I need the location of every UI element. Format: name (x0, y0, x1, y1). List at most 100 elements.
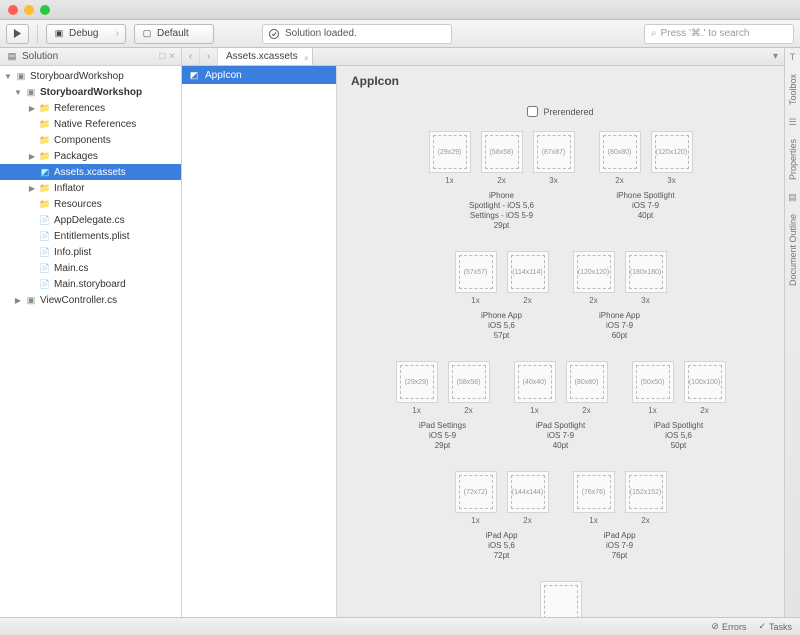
tree-item[interactable]: 📁Resources (0, 196, 181, 212)
tree-item[interactable]: 📁Native References (0, 116, 181, 132)
chevron-down-icon[interactable]: ▼ (14, 88, 22, 97)
icon-group: (29x29)1x(58x58)2xiPad Settings iOS 5-9 … (394, 361, 492, 451)
icon-slot[interactable]: (80x80)2x (564, 361, 610, 415)
icon-well[interactable]: (72x72) (455, 471, 497, 513)
icon-slot[interactable]: (180x180)3x (623, 251, 669, 305)
pane-close-icon[interactable]: × (169, 51, 175, 62)
nav-back-button[interactable]: ‹ (182, 48, 200, 65)
errors-button[interactable]: ⊘ Errors (711, 621, 746, 632)
icon-well[interactable]: (76x76) (573, 471, 615, 513)
checkbox-input[interactable] (527, 106, 538, 117)
chevron-down-icon[interactable]: ▼ (4, 72, 12, 81)
icon-well[interactable]: (80x80) (599, 131, 641, 173)
icon-slot[interactable]: (80x80)2x (597, 131, 643, 185)
search-input[interactable]: ⌕ Press '⌘.' to search (644, 24, 794, 44)
tree-item[interactable]: 📄Info.plist (0, 244, 181, 260)
prerendered-checkbox[interactable]: Prerendered (351, 106, 770, 117)
tree-item[interactable]: ◩Assets.xcassets (0, 164, 181, 180)
solution-pane: ▤ Solution □ × ▼ ▣ StoryboardWorkshop ▼ … (0, 48, 182, 617)
icon-well[interactable]: (180x180) (625, 251, 667, 293)
icon-group-row: (72x72)1x(144x144)2xiPad App iOS 5,6 72p… (351, 471, 770, 561)
icon-slot[interactable]: (100x100)2x (682, 361, 728, 415)
editor-tab[interactable]: Assets.xcassets × (218, 48, 313, 65)
outline-icon[interactable]: ▤ (788, 192, 798, 202)
run-button[interactable] (6, 24, 29, 44)
group-label: iPad Spotlight iOS 7-9 40pt (512, 421, 610, 451)
tree-item[interactable]: 📁Components (0, 132, 181, 148)
icon-slot[interactable]: (58x58)2x (479, 131, 525, 185)
icon-well[interactable]: (29x29) (396, 361, 438, 403)
tree-item[interactable]: 📄AppDelegate.cs (0, 212, 181, 228)
chevron-right-icon[interactable]: ▶ (28, 184, 36, 193)
icon-slot[interactable]: (144x144)2x (505, 471, 551, 525)
folder-icon: 📁 (39, 102, 51, 114)
item-label: ViewController.cs (40, 295, 117, 306)
target-dropdown[interactable]: ▢ Default (134, 24, 214, 44)
icon-slot[interactable]: (29x29)1x (394, 361, 440, 415)
icon-well[interactable]: (50x50) (632, 361, 674, 403)
chevron-right-icon[interactable]: ▶ (28, 152, 36, 161)
solution-root[interactable]: ▼ ▣ StoryboardWorkshop (0, 68, 181, 84)
icon-well[interactable]: (120x120) (651, 131, 693, 173)
chevron-right-icon[interactable]: ▶ (14, 296, 22, 305)
icon-slot[interactable]: (57x57)1x (453, 251, 499, 305)
traffic-lights (8, 5, 50, 15)
icon-well[interactable]: (80x80) (566, 361, 608, 403)
properties-icon[interactable]: ☰ (788, 117, 798, 127)
icon-slot[interactable]: (120x120)2x (571, 251, 617, 305)
icon-well[interactable]: (120x120) (573, 251, 615, 293)
icon-slot[interactable]: (87x87)3x (531, 131, 577, 185)
maximize-window-button[interactable] (40, 5, 50, 15)
icon-well[interactable]: (58x58) (481, 131, 523, 173)
config-dropdown[interactable]: ▣ Debug › (46, 24, 126, 44)
icon-well[interactable]: (152x152) (625, 471, 667, 513)
toolbox-icon[interactable]: T (788, 52, 798, 62)
pane-icon: ▤ (6, 51, 18, 63)
icon-slot[interactable]: (72x72)1x (453, 471, 499, 525)
tree-item[interactable]: 📄Main.cs (0, 260, 181, 276)
pane-dock-icon[interactable]: □ (159, 51, 165, 62)
icon-slot[interactable]: (152x152)2x (623, 471, 669, 525)
tree-item[interactable]: ▶📁Inflator (0, 180, 181, 196)
document-outline-tab[interactable]: Document Outline (788, 212, 798, 288)
asset-list-item[interactable]: ◩ AppIcon (182, 66, 336, 84)
icon-well[interactable] (540, 581, 582, 617)
icon-slot[interactable]: (76x76)1x (571, 471, 617, 525)
close-window-button[interactable] (8, 5, 18, 15)
icon-well[interactable]: (114x114) (507, 251, 549, 293)
tree-item[interactable]: ▶📁Packages (0, 148, 181, 164)
icon-well[interactable]: (87x87) (533, 131, 575, 173)
icon-group-row: (29x29)1x(58x58)2xiPad Settings iOS 5-9 … (351, 361, 770, 451)
icon-slot[interactable]: (120x120)3x (649, 131, 695, 185)
properties-tab[interactable]: Properties (788, 137, 798, 182)
icon-well[interactable]: (57x57) (455, 251, 497, 293)
icon-well[interactable]: (100x100) (684, 361, 726, 403)
slot-scale: 1x (630, 406, 676, 415)
project-node-2[interactable]: ▶ ▣ ViewController.cs (0, 292, 181, 308)
close-icon[interactable]: × (304, 50, 309, 67)
tab-menu-button[interactable]: ▾ (767, 51, 784, 62)
icon-well[interactable]: (144x144) (507, 471, 549, 513)
file-icon: 📄 (39, 278, 51, 290)
item-label: Assets.xcassets (54, 167, 126, 178)
icon-well[interactable]: (40x40) (514, 361, 556, 403)
icon-well[interactable]: (58x58) (448, 361, 490, 403)
icon-slot[interactable]: (40x40)1x (512, 361, 558, 415)
tasks-button[interactable]: ✓ Tasks (758, 621, 792, 632)
icon-slot[interactable] (538, 581, 584, 617)
minimize-window-button[interactable] (24, 5, 34, 15)
icon-slot[interactable]: (114x114)2x (505, 251, 551, 305)
tree-item[interactable]: 📄Main.storyboard (0, 276, 181, 292)
icon-well[interactable]: (29x29) (429, 131, 471, 173)
icon-slot[interactable]: (58x58)2x (446, 361, 492, 415)
tree-item[interactable]: ▶📁References (0, 100, 181, 116)
tree-item[interactable]: 📄Entitlements.plist (0, 228, 181, 244)
icon-slot[interactable]: (50x50) 1x (630, 361, 676, 415)
project-node[interactable]: ▼ ▣ StoryboardWorkshop (0, 84, 181, 100)
icon-slot[interactable]: (29x29)1x (427, 131, 473, 185)
nav-forward-button[interactable]: › (200, 48, 218, 65)
solution-tree[interactable]: ▼ ▣ StoryboardWorkshop ▼ ▣ StoryboardWor… (0, 66, 181, 617)
chevron-right-icon[interactable]: ▶ (28, 104, 36, 113)
asset-list[interactable]: ◩ AppIcon (182, 66, 337, 617)
toolbox-tab[interactable]: Toolbox (788, 72, 798, 107)
